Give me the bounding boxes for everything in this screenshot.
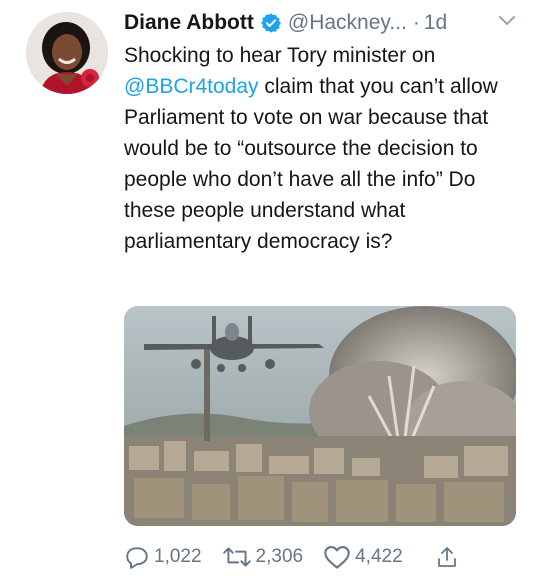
like-button[interactable]: 4,422 — [323, 544, 403, 570]
tweet-media-image[interactable] — [124, 306, 516, 526]
share-button[interactable] — [435, 544, 463, 570]
avatar[interactable] — [26, 12, 108, 94]
reply-count: 1,022 — [154, 546, 202, 567]
reply-icon — [126, 547, 148, 569]
tweet-timestamp[interactable]: 1d — [424, 8, 447, 38]
tweet-text-rest: claim that you can’t allow Parliament to… — [124, 75, 498, 253]
separator-dot: · — [412, 11, 420, 34]
retweet-button[interactable]: 2,306 — [222, 544, 304, 570]
jet-explosion-photo — [124, 306, 516, 526]
tweet-card[interactable]: Diane Abbott @Hackney... · 1d Shocking t… — [0, 0, 544, 578]
mention-link[interactable]: @BBCr4today — [124, 75, 259, 98]
tweet-text-start: Shocking to hear Tory minister on — [124, 44, 436, 67]
avatar-image — [26, 12, 108, 94]
share-icon — [437, 547, 456, 567]
author-handle[interactable]: @Hackney... — [288, 8, 407, 38]
like-count: 4,422 — [355, 546, 403, 567]
reply-button[interactable]: 1,022 — [124, 544, 202, 570]
verified-badge-icon — [260, 13, 281, 33]
tweet-actions: 1,022 2,306 4,422 — [124, 542, 463, 572]
tweet-header: Diane Abbott @Hackney... · 1d — [124, 8, 447, 38]
heart-icon — [324, 546, 350, 569]
retweet-icon — [222, 547, 251, 567]
chevron-down-icon[interactable] — [497, 14, 517, 28]
author-name[interactable]: Diane Abbott — [124, 8, 254, 38]
tweet-text: Shocking to hear Tory minister on @BBCr4… — [124, 40, 524, 257]
retweet-count: 2,306 — [255, 546, 304, 567]
